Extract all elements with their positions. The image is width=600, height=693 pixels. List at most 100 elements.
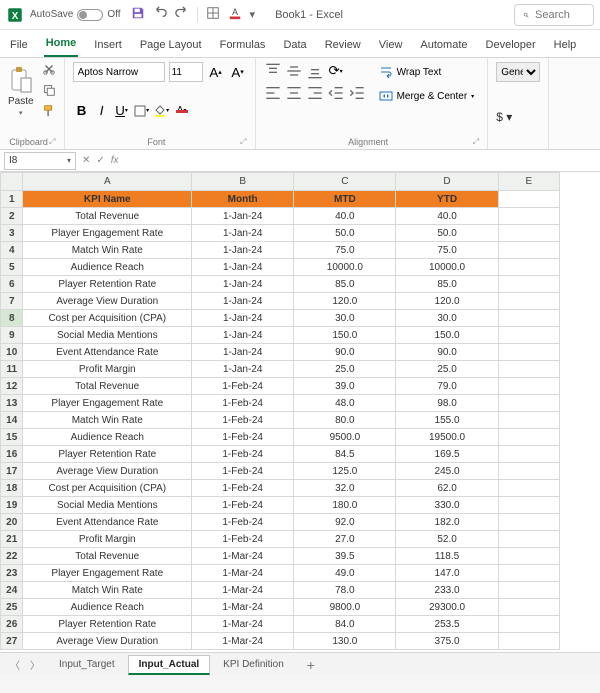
cell[interactable]: 84.5 (294, 446, 396, 463)
cell[interactable] (498, 293, 559, 310)
ribbon-tab-developer[interactable]: Developer (484, 33, 538, 57)
row-header[interactable]: 16 (1, 446, 23, 463)
cell[interactable] (498, 497, 559, 514)
sheet-tab-kpi-definition[interactable]: KPI Definition (212, 655, 295, 675)
cell[interactable]: Match Win Rate (23, 412, 192, 429)
cell[interactable]: Player Engagement Rate (23, 225, 192, 242)
row-header[interactable]: 22 (1, 548, 23, 565)
cell[interactable] (498, 242, 559, 259)
cell[interactable]: 1-Mar-24 (192, 599, 294, 616)
number-format-select[interactable]: General (496, 62, 540, 82)
cell[interactable]: 32.0 (294, 480, 396, 497)
cell[interactable]: Player Engagement Rate (23, 395, 192, 412)
cell[interactable]: 10000.0 (396, 259, 498, 276)
cell[interactable]: Event Attendance Rate (23, 514, 192, 531)
font-color-icon[interactable]: A (228, 6, 242, 23)
cell[interactable]: 245.0 (396, 463, 498, 480)
cell[interactable]: 25.0 (396, 361, 498, 378)
cell[interactable]: 1-Jan-24 (192, 327, 294, 344)
cell[interactable]: 30.0 (396, 310, 498, 327)
cell[interactable]: 1-Mar-24 (192, 565, 294, 582)
cell[interactable] (498, 531, 559, 548)
cell[interactable]: Player Retention Rate (23, 446, 192, 463)
cell[interactable]: 50.0 (396, 225, 498, 242)
cell[interactable]: 79.0 (396, 378, 498, 395)
format-painter-icon[interactable] (42, 104, 56, 121)
ribbon-tab-view[interactable]: View (377, 33, 405, 57)
cell[interactable] (498, 565, 559, 582)
cell[interactable]: 98.0 (396, 395, 498, 412)
col-header-E[interactable]: E (498, 173, 559, 191)
qat-more-icon[interactable]: ▾ (250, 8, 256, 21)
cell[interactable]: 80.0 (294, 412, 396, 429)
header-ytd[interactable]: YTD (396, 191, 498, 208)
header-month[interactable]: Month (192, 191, 294, 208)
align-right-icon[interactable] (306, 84, 324, 102)
merge-center-button[interactable]: Merge & Center▾ (374, 86, 480, 106)
row-header[interactable]: 15 (1, 429, 23, 446)
cell[interactable]: 118.5 (396, 548, 498, 565)
cell[interactable]: 1-Jan-24 (192, 293, 294, 310)
cell[interactable]: 1-Jan-24 (192, 259, 294, 276)
align-left-icon[interactable] (264, 84, 282, 102)
cell[interactable] (498, 191, 559, 208)
cell[interactable]: 85.0 (396, 276, 498, 293)
cell[interactable]: 1-Jan-24 (192, 276, 294, 293)
align-middle-icon[interactable] (285, 62, 303, 80)
cell[interactable]: 182.0 (396, 514, 498, 531)
row-header[interactable]: 8 (1, 310, 23, 327)
select-all-cell[interactable] (1, 173, 23, 191)
col-header-A[interactable]: A (23, 173, 192, 191)
cell[interactable] (498, 616, 559, 633)
ribbon-tab-help[interactable]: Help (552, 33, 579, 57)
cell[interactable] (498, 276, 559, 293)
header-mtd[interactable]: MTD (294, 191, 396, 208)
cell[interactable]: Player Engagement Rate (23, 565, 192, 582)
cell[interactable]: 150.0 (294, 327, 396, 344)
cell[interactable]: 27.0 (294, 531, 396, 548)
paste-button[interactable]: Paste ▾ (8, 66, 34, 117)
cut-icon[interactable] (42, 62, 56, 79)
cell[interactable]: 1-Feb-24 (192, 378, 294, 395)
cell[interactable]: 90.0 (396, 344, 498, 361)
cell[interactable]: Audience Reach (23, 599, 192, 616)
cell[interactable]: 48.0 (294, 395, 396, 412)
cell[interactable]: 39.5 (294, 548, 396, 565)
cell[interactable]: 1-Feb-24 (192, 480, 294, 497)
cell[interactable]: 169.5 (396, 446, 498, 463)
cell[interactable]: 92.0 (294, 514, 396, 531)
italic-button[interactable]: I (93, 102, 111, 120)
cell[interactable]: 39.0 (294, 378, 396, 395)
cell[interactable]: 125.0 (294, 463, 396, 480)
fill-color-button[interactable]: ▾ (153, 102, 171, 120)
cell[interactable]: 233.0 (396, 582, 498, 599)
cell[interactable]: 30.0 (294, 310, 396, 327)
cell[interactable]: Profit Margin (23, 531, 192, 548)
ribbon-tab-formulas[interactable]: Formulas (218, 33, 268, 57)
row-header[interactable]: 2 (1, 208, 23, 225)
borders-button[interactable]: ▾ (133, 102, 151, 120)
row-header[interactable]: 25 (1, 599, 23, 616)
ribbon-tab-data[interactable]: Data (281, 33, 308, 57)
cell[interactable]: 1-Feb-24 (192, 429, 294, 446)
cell[interactable]: 50.0 (294, 225, 396, 242)
cell[interactable]: Player Retention Rate (23, 616, 192, 633)
clipboard-dialog-icon[interactable]: ⤢ (49, 137, 55, 147)
cell[interactable]: Audience Reach (23, 429, 192, 446)
font-size-select[interactable] (169, 62, 203, 82)
cell[interactable]: 10000.0 (294, 259, 396, 276)
cell[interactable] (498, 446, 559, 463)
cell[interactable] (498, 480, 559, 497)
cell[interactable]: 1-Feb-24 (192, 412, 294, 429)
sheet-tab-input-target[interactable]: Input_Target (48, 655, 126, 675)
cell[interactable] (498, 548, 559, 565)
row-header[interactable]: 20 (1, 514, 23, 531)
cell[interactable]: Match Win Rate (23, 582, 192, 599)
cell[interactable]: 1-Mar-24 (192, 616, 294, 633)
row-header[interactable]: 6 (1, 276, 23, 293)
cell[interactable]: 49.0 (294, 565, 396, 582)
cell[interactable]: 1-Feb-24 (192, 497, 294, 514)
row-header[interactable]: 7 (1, 293, 23, 310)
cell[interactable]: Event Attendance Rate (23, 344, 192, 361)
redo-icon[interactable] (175, 6, 189, 23)
